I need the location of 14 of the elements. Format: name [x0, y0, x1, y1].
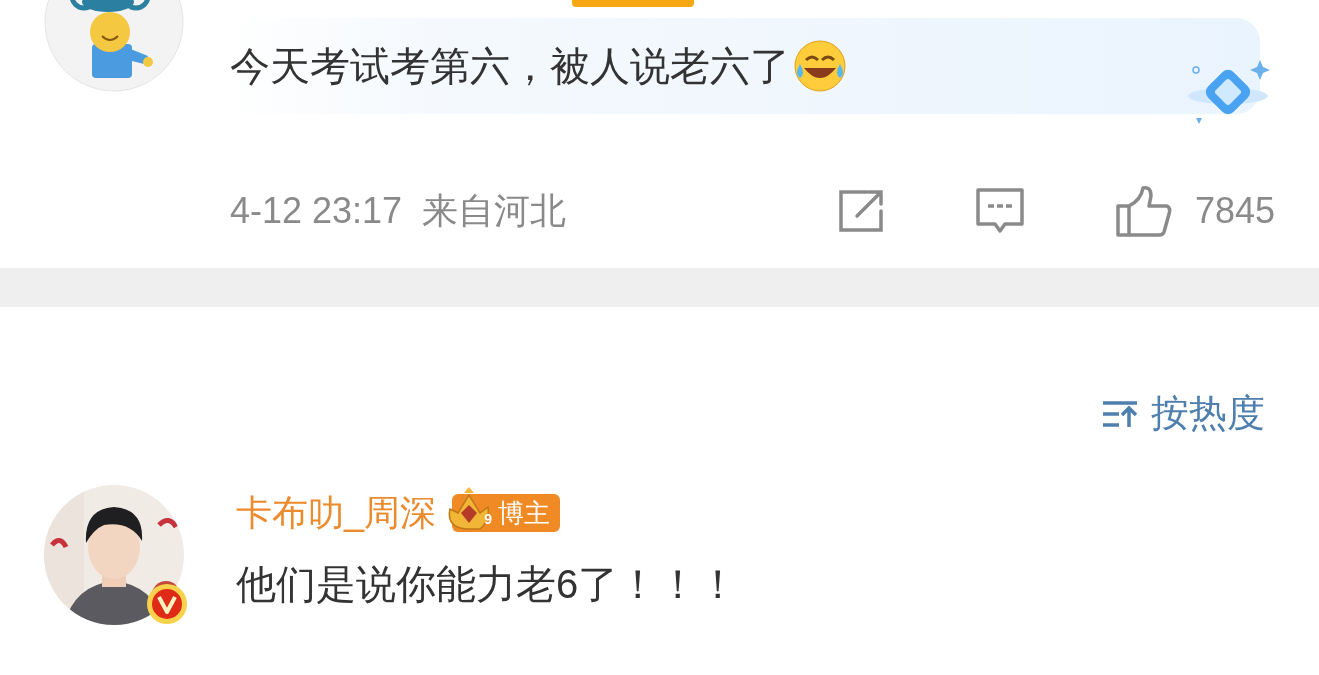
share-icon[interactable]: [836, 189, 885, 233]
comment-text: 今天考试考第六，被人说老六了: [230, 42, 790, 90]
sort-icon: [1101, 398, 1139, 429]
role-label: 博主: [498, 496, 551, 530]
location: 来自河北: [422, 188, 567, 233]
comment-icon[interactable]: [974, 187, 1025, 235]
sort-button[interactable]: 按热度: [1101, 382, 1265, 445]
username[interactable]: 卡布叻_周深: [236, 488, 437, 538]
thumbs-up-icon[interactable]: [1114, 184, 1173, 238]
timestamp: 4-12 23:17: [230, 190, 403, 232]
laughing-crying-face-icon: [792, 38, 848, 94]
comment-text: 他们是说你能力老6了！！！: [236, 561, 739, 608]
level-number: 9: [484, 511, 493, 527]
like-count: 7845: [1194, 190, 1275, 232]
